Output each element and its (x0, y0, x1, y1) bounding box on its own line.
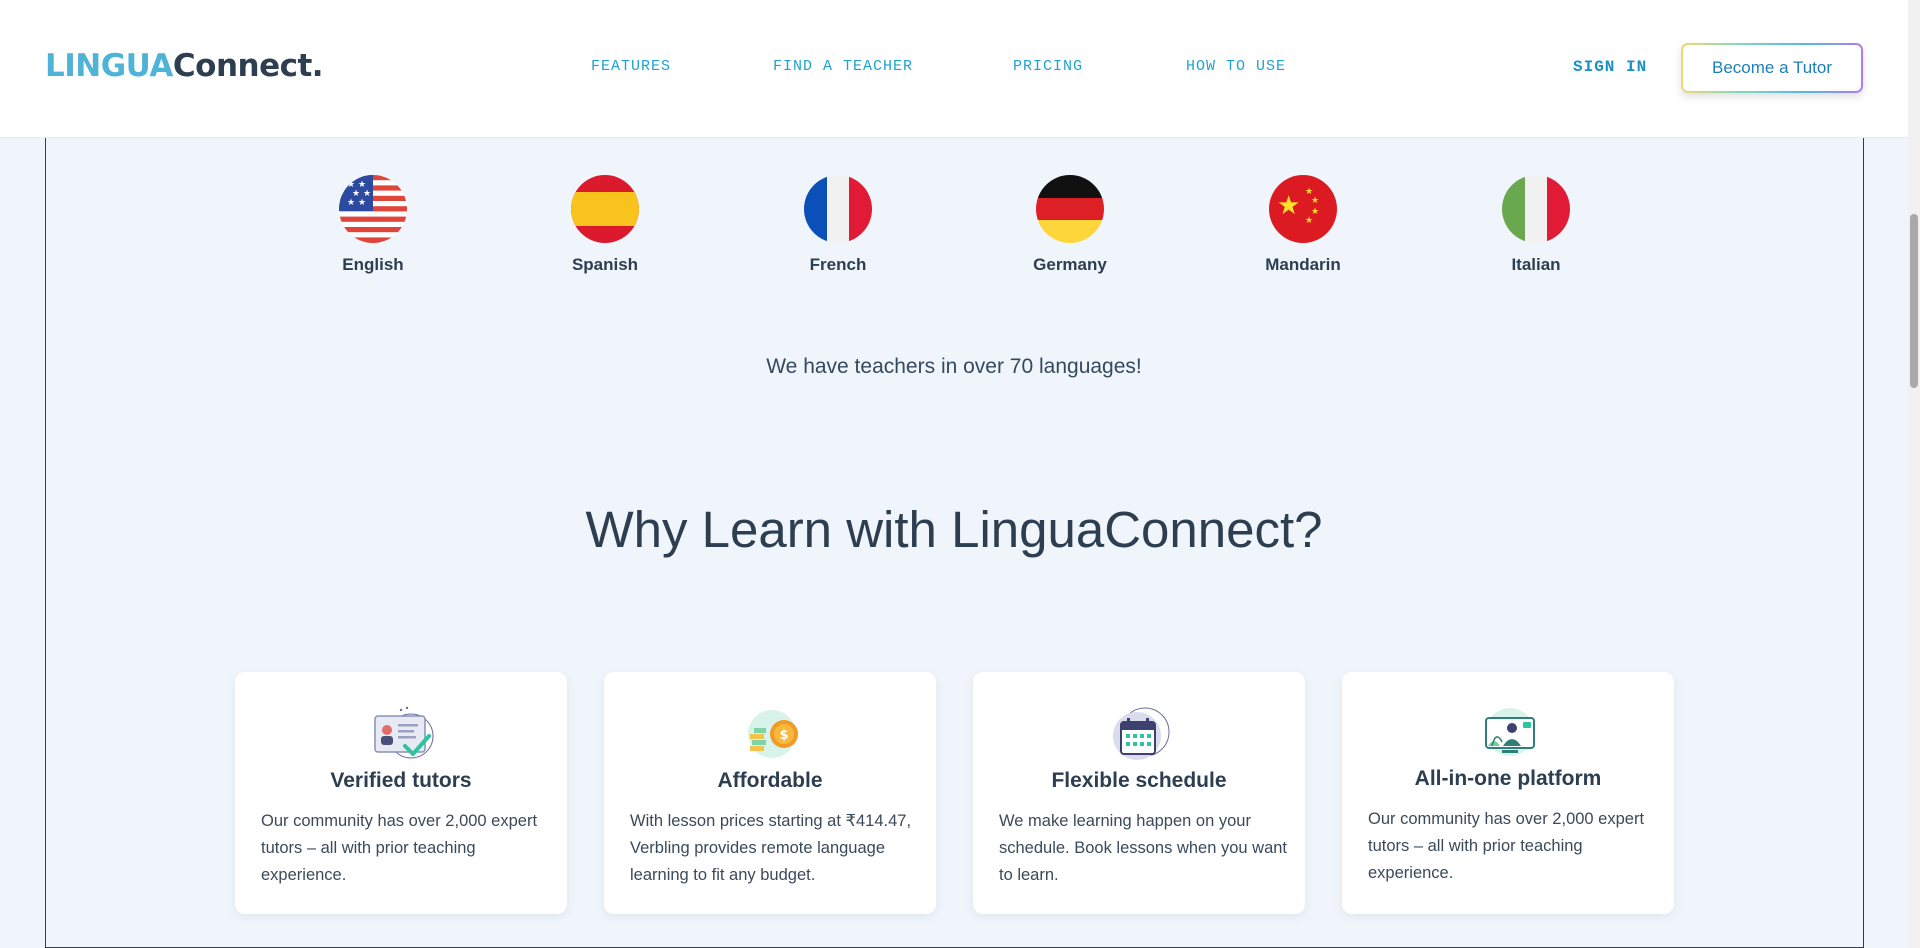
feature-title: Flexible schedule (1051, 769, 1227, 792)
coins-icon: $ (740, 704, 804, 764)
feature-description: Our community has over 2,000 expert tuto… (261, 812, 538, 884)
become-a-tutor-button[interactable]: Become a Tutor (1681, 43, 1863, 93)
language-name: Mandarin (1265, 255, 1341, 274)
feature-description: With lesson prices starting at ₹414.47, … (630, 812, 912, 884)
language-item-french[interactable]: French (768, 175, 908, 275)
feature-card-affordable: $ Affordable With lesson prices starting… (604, 672, 936, 914)
sign-in-link[interactable]: SIGN IN (1573, 58, 1647, 76)
us-flag-icon: ★ ★ ★ ★ ★ ★ (339, 175, 407, 243)
language-item-mandarin[interactable]: ★ ★ ★ ★ ★ Mandarin (1233, 175, 1373, 275)
svg-text:★: ★ (1305, 216, 1313, 226)
language-name: Germany (1033, 255, 1107, 274)
italy-flag-icon (1502, 175, 1570, 243)
nav-how-to-use[interactable]: HOW TO USE (1186, 58, 1286, 75)
scrollbar-thumb[interactable] (1910, 214, 1918, 388)
feature-card-verified-tutors: Verified tutors Our community has over 2… (235, 672, 567, 914)
language-name: French (809, 255, 867, 274)
feature-description: Our community has over 2,000 expert tuto… (1368, 810, 1645, 882)
page-scrollbar[interactable] (1908, 0, 1920, 948)
why-learn-heading: Why Learn with LinguaConnect? (585, 501, 1323, 558)
language-name: Italian (1511, 255, 1561, 274)
nav-find-a-teacher[interactable]: FIND A TEACHER (773, 58, 913, 75)
language-item-spanish[interactable]: Spanish (535, 175, 675, 275)
svg-text:★: ★ (1311, 196, 1319, 206)
feature-title: All-in-one platform (1414, 767, 1602, 790)
logo[interactable]: LINGUAConnect. (45, 48, 324, 84)
feature-card-all-in-one-platform: All-in-one platform Our community has ov… (1342, 672, 1674, 914)
language-item-italian[interactable]: Italian (1466, 175, 1606, 275)
language-name: English (342, 255, 404, 274)
logo-connect: Connect. (172, 48, 324, 84)
calendar-icon (1109, 704, 1173, 764)
video-call-icon (1478, 702, 1542, 762)
svg-text:★: ★ (347, 198, 355, 208)
feature-title: Affordable (717, 769, 823, 792)
feature-card-flexible-schedule: Flexible schedule We make learning happe… (973, 672, 1305, 914)
china-flag-icon: ★ ★ ★ ★ ★ (1269, 175, 1337, 243)
svg-text:★: ★ (1277, 191, 1300, 221)
svg-text:★: ★ (358, 198, 366, 208)
svg-text:$: $ (779, 728, 788, 743)
feature-title: Verified tutors (330, 769, 472, 792)
nav-features[interactable]: FEATURES (591, 58, 671, 75)
logo-lingua: LINGUA (45, 48, 173, 84)
spain-flag-icon (571, 175, 639, 243)
verified-id-card-icon (371, 704, 435, 764)
language-name: Spanish (571, 255, 639, 274)
language-item-germany[interactable]: Germany (1000, 175, 1140, 275)
germany-flag-icon (1036, 175, 1104, 243)
france-flag-icon (804, 175, 872, 243)
nav-pricing[interactable]: PRICING (1013, 58, 1083, 75)
language-item-english[interactable]: ★ ★ ★ ★ ★ ★ English (303, 175, 443, 275)
feature-description: We make learning happen on your schedule… (999, 812, 1288, 884)
site-header: LINGUAConnect. FEATURES FIND A TEACHER P… (0, 0, 1908, 138)
teachers-count-note: We have teachers in over 70 languages! (766, 355, 1142, 378)
